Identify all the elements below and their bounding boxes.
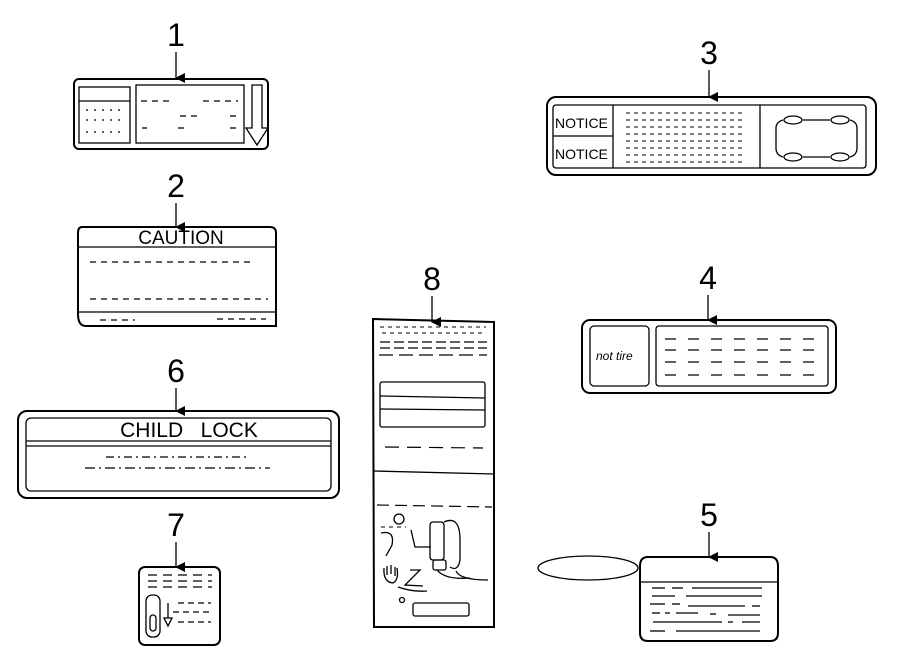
- label-7-outline: [138, 566, 221, 646]
- parts-diagram: 1 2 CAUTION 3 NOTICE NOTICE 4 not tire 5…: [17, 17, 877, 646]
- callout-number-3: 3: [700, 35, 718, 71]
- callout-number-4: 4: [699, 260, 717, 296]
- down-arrow-icon: [244, 84, 270, 147]
- callout-number-7: 7: [167, 507, 185, 543]
- child-lock-heading: CHILD LOCK: [120, 419, 258, 442]
- part-7: 7: [138, 507, 221, 646]
- callout-number-8: 8: [423, 261, 441, 297]
- label-1-text-area: [135, 84, 245, 144]
- notice-label-bottom: NOTICE: [555, 146, 608, 162]
- part-1: 1: [73, 17, 270, 150]
- callout-number-2: 2: [167, 168, 185, 204]
- caution-heading: CAUTION: [138, 228, 224, 249]
- handwritten-text: not tire: [596, 349, 633, 363]
- callout-number-5: 5: [700, 497, 718, 533]
- oval-sticker: [537, 555, 639, 581]
- instruction-illustration: [380, 513, 489, 617]
- vehicle-outline-icon: [775, 115, 858, 162]
- callout-number-1: 1: [167, 17, 185, 53]
- part-6: 6 CHILD LOCK: [17, 353, 340, 499]
- small-arrow-icon: [162, 617, 174, 628]
- notice-label-top: NOTICE: [555, 115, 608, 131]
- label-1-table: [78, 86, 131, 144]
- part-4: 4 not tire: [581, 260, 837, 394]
- label-1-outline: [73, 78, 269, 150]
- part-5: 5: [537, 497, 779, 642]
- part-8: 8: [371, 261, 495, 628]
- part-2: 2 CAUTION: [77, 168, 277, 327]
- label-5-outline: [639, 556, 779, 642]
- part-3: 3 NOTICE NOTICE: [546, 35, 877, 176]
- callout-number-6: 6: [167, 353, 185, 389]
